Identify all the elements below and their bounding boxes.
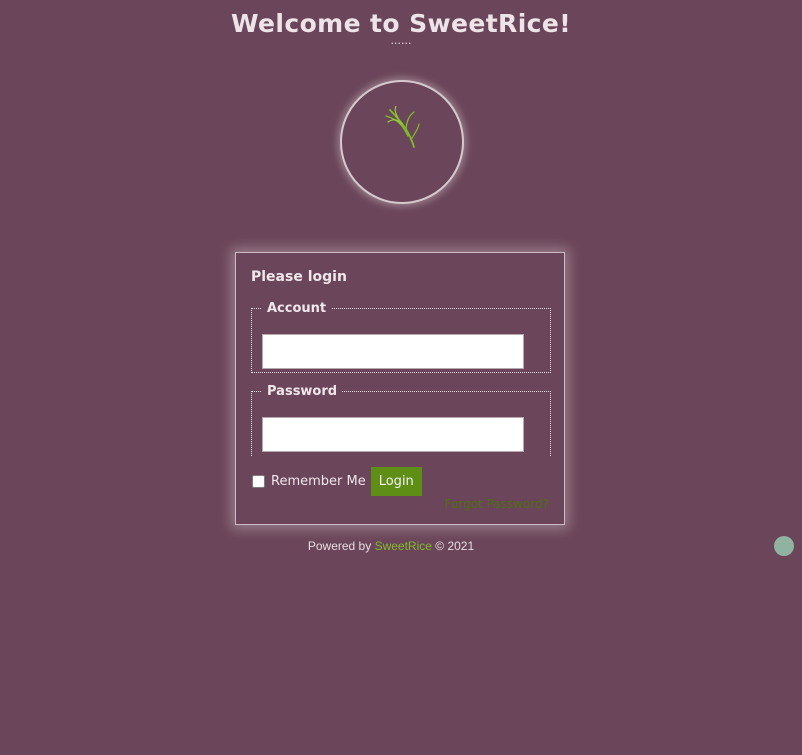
title-decoration-dots: ...... xyxy=(390,34,412,47)
login-heading: Please login xyxy=(251,269,347,285)
password-legend: Password xyxy=(267,384,338,399)
account-legend: Account xyxy=(267,301,327,316)
login-button[interactable]: Login xyxy=(370,466,422,496)
password-fieldset: Password xyxy=(251,384,551,456)
footer-powered-by: Powered by xyxy=(307,539,372,553)
password-input[interactable] xyxy=(262,417,524,452)
logo xyxy=(340,80,464,204)
remember-me-label[interactable]: Remember Me xyxy=(271,474,366,489)
login-panel: Please login Account Password Remember M… xyxy=(235,252,565,525)
footer-brand-link[interactable]: SweetRice xyxy=(375,539,432,553)
footer-copyright: © 2021 xyxy=(435,539,475,553)
account-fieldset: Account xyxy=(251,301,551,373)
floating-circle-button[interactable] xyxy=(774,536,794,556)
remember-row: Remember Me Login xyxy=(251,466,422,496)
forgot-password-link[interactable]: Forgot Password? xyxy=(445,497,549,511)
account-input[interactable] xyxy=(262,334,524,369)
rice-sprig-icon xyxy=(385,106,420,148)
remember-me-checkbox[interactable] xyxy=(252,474,265,488)
footer: Powered by SweetRice © 2021 xyxy=(0,539,782,553)
